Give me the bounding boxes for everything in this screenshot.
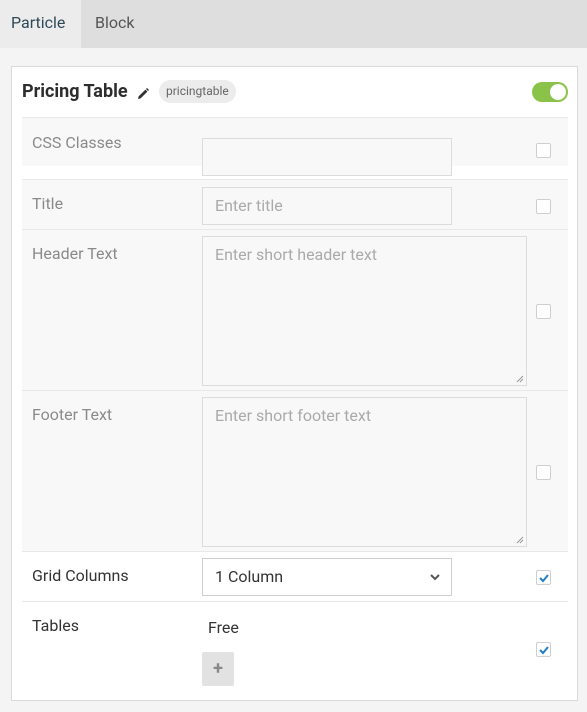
header-text-override-checkbox[interactable]: [536, 304, 551, 319]
footer-text-textarea[interactable]: Enter short footer text: [202, 397, 527, 547]
grid-columns-override-checkbox[interactable]: [536, 570, 551, 585]
enabled-toggle[interactable]: [532, 82, 568, 102]
grid-columns-label: Grid Columns: [32, 566, 129, 585]
grid-columns-select[interactable]: 1 Column: [202, 558, 452, 596]
tab-bar: Particle Block: [0, 0, 587, 48]
css-classes-input[interactable]: [202, 138, 452, 176]
resize-grip-icon[interactable]: [516, 536, 524, 544]
css-classes-label: CSS Classes: [32, 133, 122, 152]
grid-columns-selected-value: 1 Column: [215, 567, 284, 586]
table-item[interactable]: Free: [208, 618, 239, 637]
header-text-label: Header Text: [32, 244, 118, 263]
resize-grip-icon[interactable]: [516, 375, 524, 383]
panel-header: Pricing Table pricingtable: [12, 67, 577, 117]
css-classes-override-checkbox[interactable]: [536, 143, 551, 158]
field-row-title: Title Enter title: [22, 179, 568, 229]
checkmark-icon: [539, 646, 549, 655]
tab-particle[interactable]: Particle: [0, 0, 81, 48]
tab-block[interactable]: Block: [81, 0, 148, 48]
field-row-footer-text: Footer Text Enter short footer text: [22, 390, 568, 551]
field-row-tables: Tables Free +: [22, 601, 568, 697]
title-label: Title: [32, 194, 64, 213]
footer-text-placeholder: Enter short footer text: [215, 406, 372, 425]
particle-type-badge: pricingtable: [159, 80, 236, 103]
title-override-checkbox[interactable]: [536, 199, 551, 214]
field-row-css-classes: CSS Classes: [22, 117, 568, 176]
field-row-header-text: Header Text Enter short header text: [22, 229, 568, 390]
field-row-grid-columns: Grid Columns 1 Column: [22, 551, 568, 601]
checkmark-icon: [539, 574, 549, 583]
chevron-down-icon: [430, 574, 440, 581]
tables-label: Tables: [32, 616, 79, 635]
tables-override-checkbox[interactable]: [536, 642, 551, 657]
header-text-textarea[interactable]: Enter short header text: [202, 236, 527, 386]
toggle-knob: [550, 84, 566, 100]
panel-title: Pricing Table: [22, 81, 128, 102]
title-input[interactable]: Enter title: [202, 187, 452, 225]
footer-text-label: Footer Text: [32, 405, 113, 424]
particle-settings-panel: Pricing Table pricingtable CSS Classes T…: [11, 66, 578, 701]
pencil-icon[interactable]: [136, 86, 150, 100]
add-table-button[interactable]: +: [202, 652, 234, 686]
header-text-placeholder: Enter short header text: [215, 245, 378, 264]
footer-text-override-checkbox[interactable]: [536, 465, 551, 480]
